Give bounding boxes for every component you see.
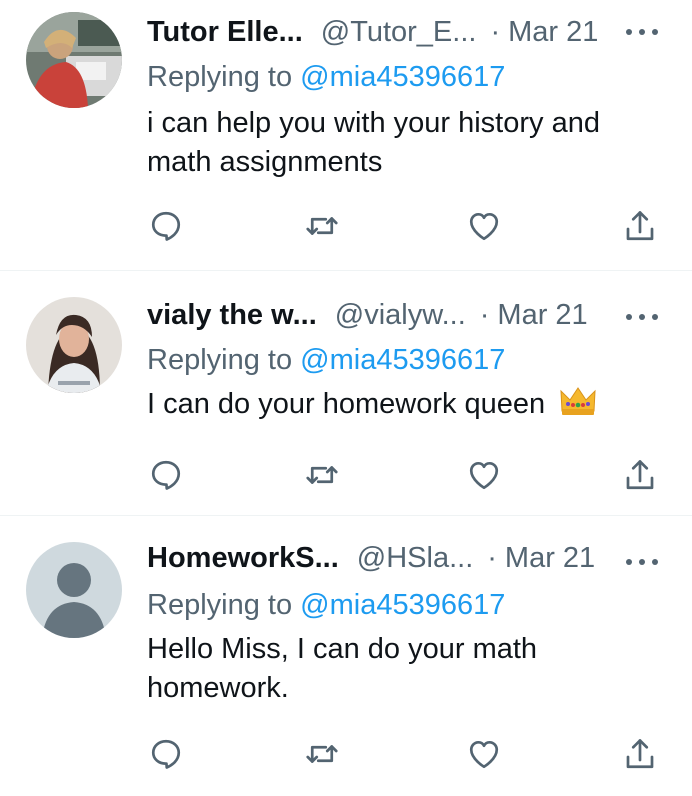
replying-to: Replying to @mia45396617 (147, 58, 505, 96)
like-icon[interactable] (466, 736, 502, 772)
reply-icon[interactable] (148, 736, 184, 772)
reply-icon[interactable] (148, 208, 184, 244)
retweet-icon[interactable] (304, 208, 340, 244)
like-icon[interactable] (466, 208, 502, 244)
replying-prefix: Replying to (147, 61, 301, 93)
more-icon[interactable] (626, 305, 658, 329)
replying-prefix: Replying to (147, 589, 301, 621)
separator: · (490, 16, 501, 48)
tweet-text: Hello Miss, I can do your math homework. (147, 633, 538, 704)
tweet-date[interactable]: Mar 21 (505, 540, 595, 576)
display-name[interactable]: HomeworkS... (147, 540, 339, 576)
avatar[interactable] (26, 542, 122, 638)
user-handle[interactable]: @Tutor_E... (321, 14, 477, 50)
user-handle[interactable]: @HSla... (357, 540, 473, 576)
tweet-actions (148, 736, 660, 772)
share-icon[interactable] (622, 208, 658, 244)
share-icon[interactable] (622, 736, 658, 772)
share-icon[interactable] (622, 457, 658, 493)
tweet-text: i can help you with your history and mat… (147, 107, 600, 178)
avatar[interactable] (26, 12, 122, 108)
tweet[interactable]: HomeworkS... @HSla... · Mar 21 Replying … (0, 516, 692, 796)
tweet[interactable]: vialy the w... @vialyw... · Mar 21 Reply… (0, 271, 692, 516)
default-avatar-icon (26, 542, 122, 638)
display-name[interactable]: Tutor Elle... (147, 14, 303, 50)
tweet-header: HomeworkS... @HSla... · Mar 21 (147, 540, 595, 576)
like-icon[interactable] (466, 457, 502, 493)
avatar-photo (26, 297, 122, 393)
avatar-photo (26, 12, 122, 108)
reply-icon[interactable] (148, 457, 184, 493)
more-icon[interactable] (626, 20, 658, 44)
display-name[interactable]: vialy the w... (147, 297, 317, 333)
replying-prefix: Replying to (147, 344, 301, 376)
tweet-header: Tutor Elle... @Tutor_E... · Mar 21 (147, 14, 598, 50)
tweet-text-container: I can do your homework queen (147, 385, 647, 428)
avatar[interactable] (26, 297, 122, 393)
replying-to: Replying to @mia45396617 (147, 341, 505, 379)
retweet-icon[interactable] (304, 457, 340, 493)
replying-to: Replying to @mia45396617 (147, 586, 505, 624)
more-icon[interactable] (626, 550, 658, 574)
retweet-icon[interactable] (304, 736, 340, 772)
user-handle[interactable]: @vialyw... (335, 297, 466, 333)
tweet-date[interactable]: Mar 21 (497, 297, 587, 333)
tweet[interactable]: Tutor Elle... @Tutor_E... · Mar 21 Reply… (0, 0, 692, 271)
tweet-actions (148, 208, 660, 244)
tweet-date[interactable]: Mar 21 (508, 14, 598, 50)
separator: · (487, 542, 497, 574)
tweet-text: I can do your homework queen (147, 388, 546, 420)
tweet-header: vialy the w... @vialyw... · Mar 21 (147, 297, 588, 333)
mention-link[interactable]: @mia45396617 (300, 589, 505, 621)
separator: · (479, 299, 490, 331)
mention-link[interactable]: @mia45396617 (300, 344, 505, 376)
crown-emoji (559, 385, 597, 428)
tweet-actions (148, 457, 660, 493)
mention-link[interactable]: @mia45396617 (300, 61, 505, 93)
